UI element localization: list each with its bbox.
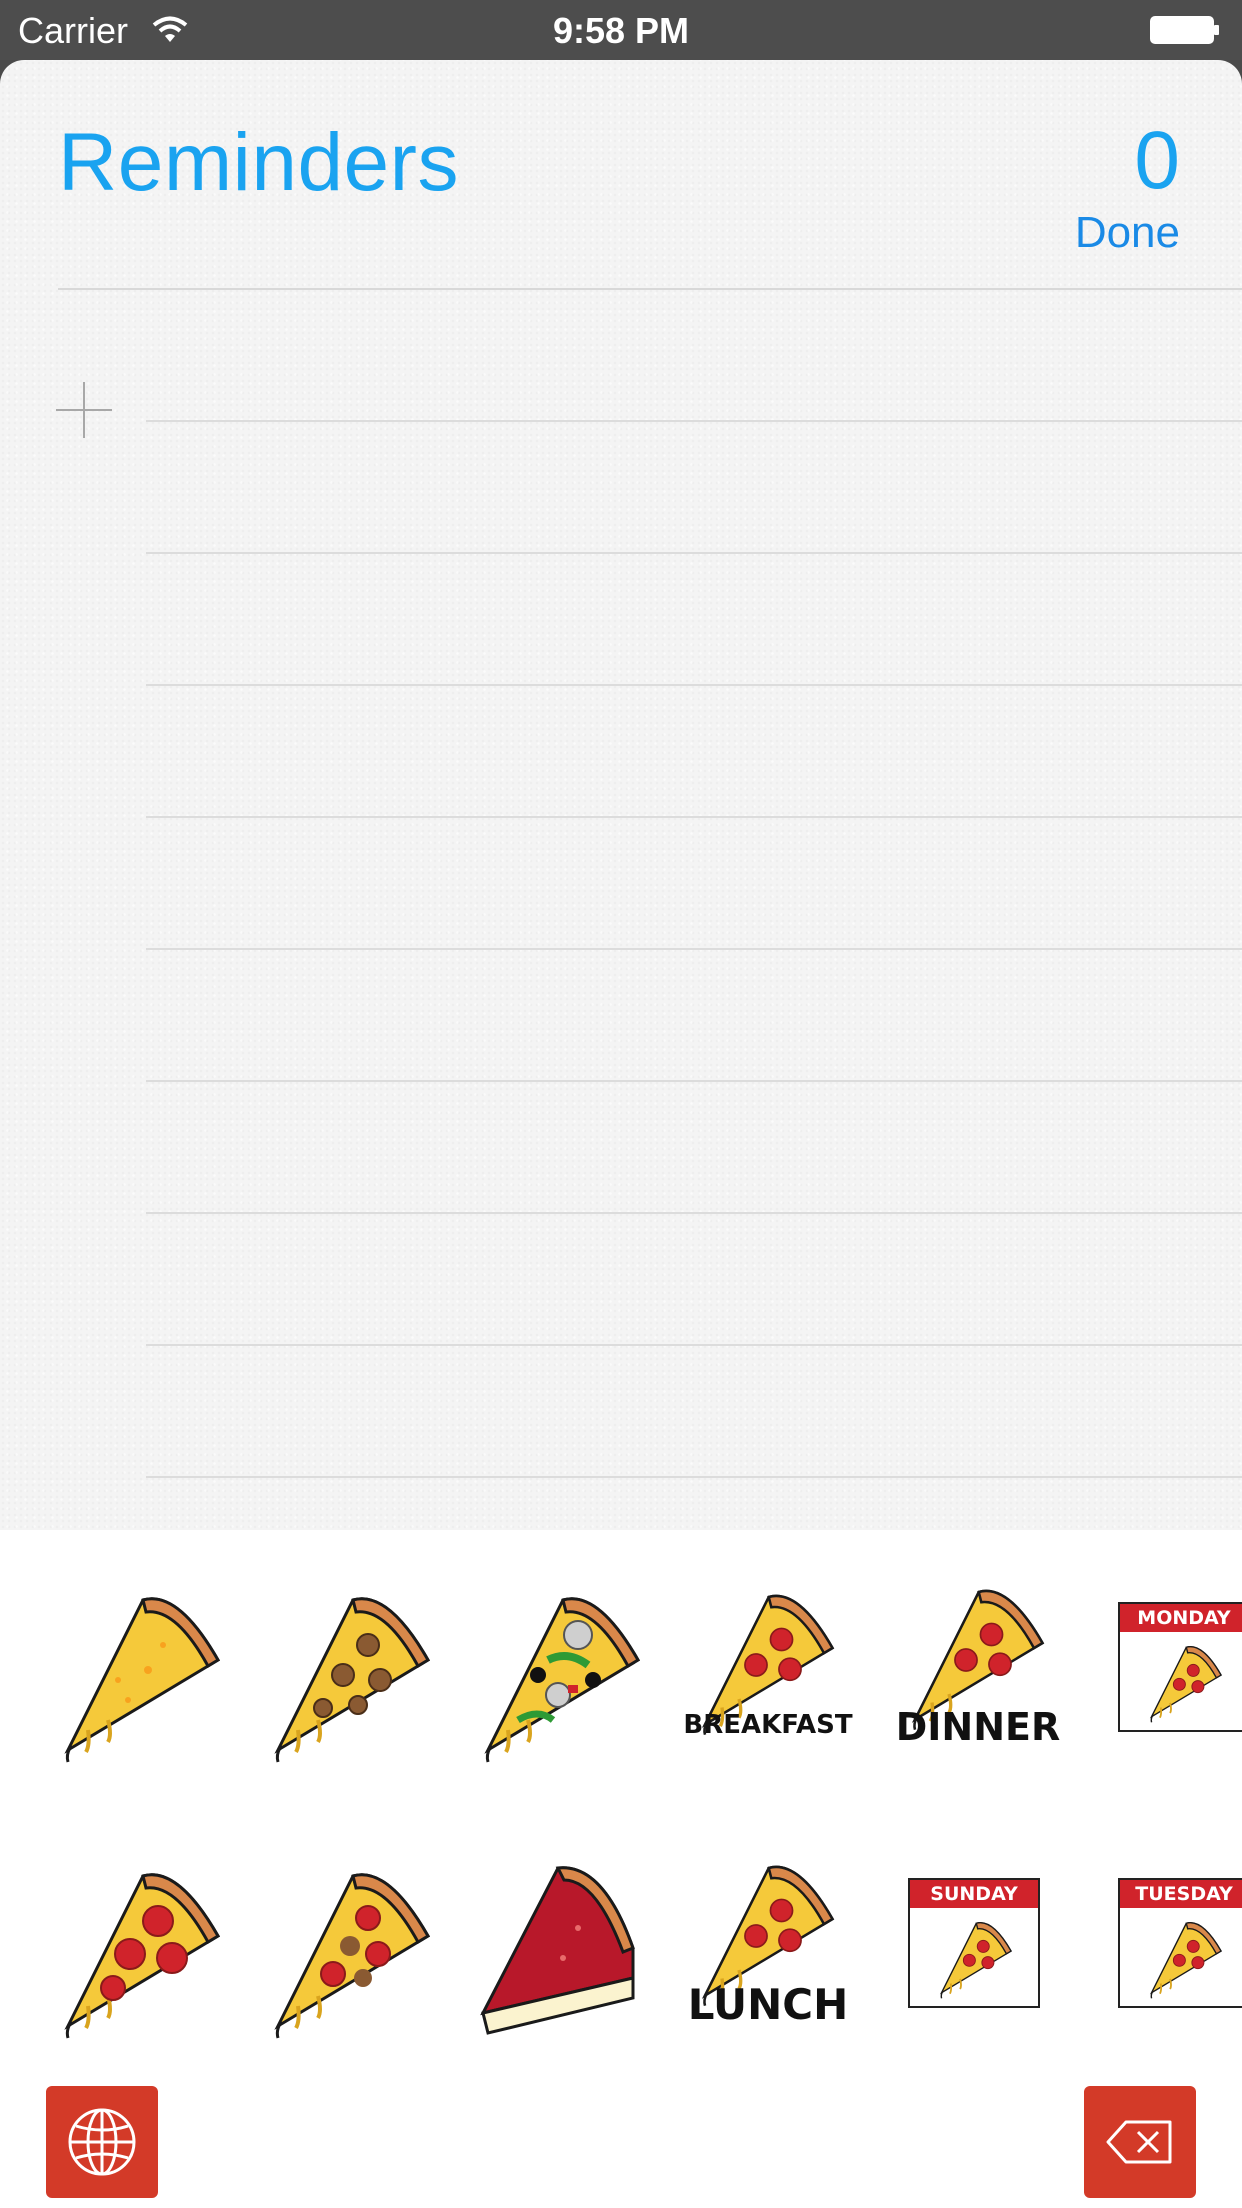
header-divider	[58, 288, 1242, 290]
reminder-line[interactable]	[146, 948, 1242, 950]
reminder-line[interactable]	[146, 1212, 1242, 1214]
backspace-icon	[1106, 2120, 1172, 2164]
pepperoni-pizza-icon	[1150, 1645, 1222, 1724]
breakfast-label: BREAKFAST	[683, 1710, 853, 1740]
sunday-sticker[interactable]: SUNDAY	[908, 1878, 1040, 2008]
dinner-label: DINNER	[895, 1705, 1061, 1749]
plus-icon[interactable]	[54, 380, 114, 440]
tuesday-label: TUESDAY	[1120, 1880, 1242, 1908]
sausage-pizza-icon	[275, 1596, 430, 1764]
breakfast-sticker[interactable]: BREAKFAST	[678, 1580, 858, 1770]
monday-sticker[interactable]: MONDAY	[1118, 1602, 1242, 1732]
globe-button[interactable]	[46, 2086, 158, 2198]
status-time: 9:58 PM	[552, 10, 690, 51]
veggie-pizza-sticker[interactable]	[468, 1580, 648, 1770]
tuesday-sticker[interactable]: TUESDAY	[1118, 1878, 1242, 2008]
veggie-pizza-icon	[485, 1596, 640, 1764]
sunday-label: SUNDAY	[910, 1880, 1038, 1908]
reminder-line[interactable]	[146, 684, 1242, 686]
reminder-line[interactable]	[146, 552, 1242, 554]
reminder-line[interactable]	[146, 1476, 1242, 1478]
lunch-sticker[interactable]: LUNCH	[678, 1856, 858, 2046]
reminder-count: 0	[1134, 115, 1180, 206]
sticker-keyboard: BREAKFAST DINNER MONDAY LUNCH SUNDAY TUE…	[0, 1530, 1242, 2208]
meat-lovers-pizza-sticker[interactable]	[258, 1856, 438, 2046]
pepperoni-pizza-icon	[1150, 1921, 1222, 2000]
monday-label: MONDAY	[1120, 1604, 1242, 1632]
meat-pizza-icon	[275, 1872, 430, 2040]
pepperoni-pizza-icon	[65, 1872, 220, 2040]
reminder-line[interactable]	[146, 1344, 1242, 1346]
reminder-line[interactable]	[146, 420, 1242, 422]
lunch-label: LUNCH	[687, 1980, 849, 2029]
globe-icon	[68, 2108, 136, 2176]
backspace-button[interactable]	[1084, 2086, 1196, 2198]
reminder-line[interactable]	[146, 816, 1242, 818]
cheese-pizza-sticker[interactable]	[48, 1580, 228, 1770]
reminder-line[interactable]	[146, 1080, 1242, 1082]
done-button[interactable]: Done	[1075, 208, 1180, 258]
reminders-sheet: Reminders 0 Done	[0, 60, 1242, 1530]
status-bar: Carrier 9:58 PM	[0, 0, 1242, 60]
cheese-pizza-icon	[65, 1596, 220, 1764]
pepperoni-pizza-icon	[940, 1921, 1012, 2000]
pepperoni-pizza-sticker[interactable]	[48, 1856, 228, 2046]
battery-icon	[1150, 16, 1219, 44]
page-title: Reminders	[58, 117, 459, 208]
deep-dish-pizza-sticker[interactable]	[468, 1848, 648, 2038]
deep-dish-pizza-icon	[480, 1866, 635, 2035]
dinner-sticker[interactable]: DINNER	[888, 1580, 1068, 1770]
pepperoni-pizza-icon	[702, 1594, 835, 1737]
sausage-pizza-sticker[interactable]	[258, 1580, 438, 1770]
